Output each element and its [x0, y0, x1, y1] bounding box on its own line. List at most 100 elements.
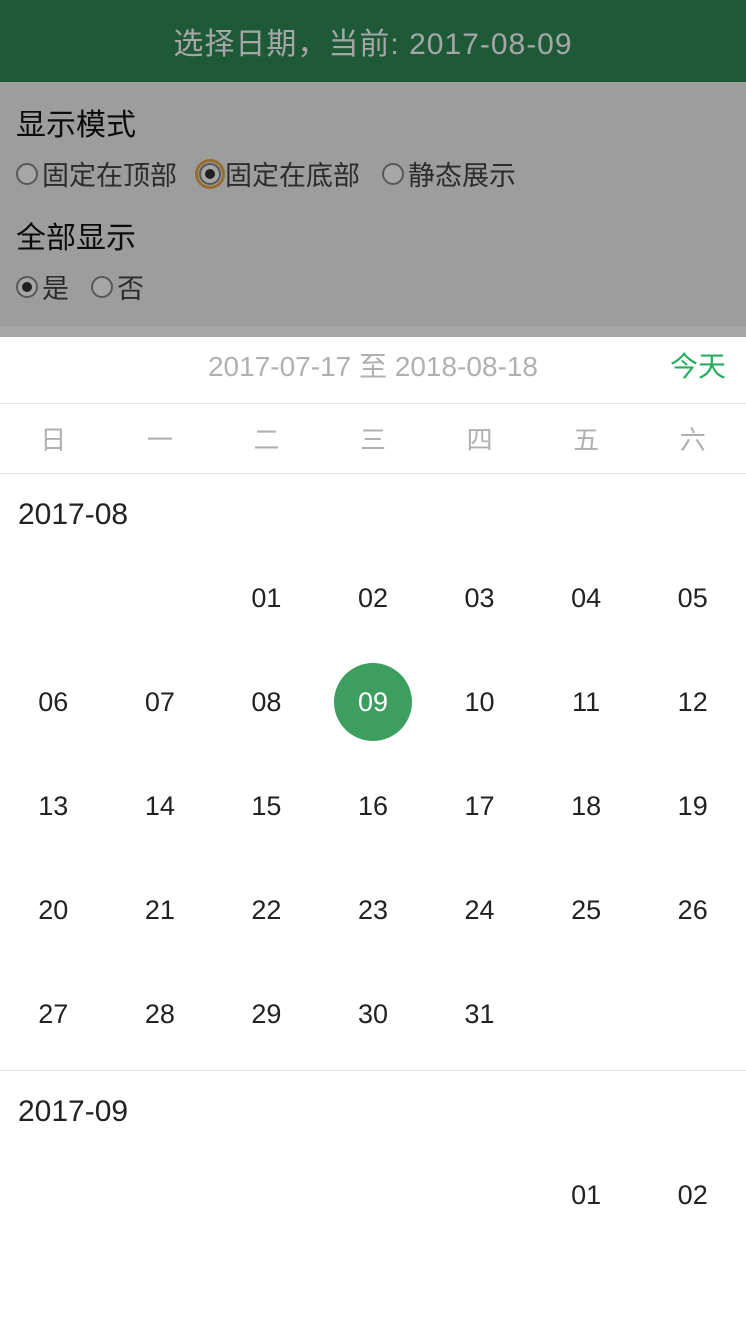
page-header: 选择日期，当前: 2017-08-09 [0, 0, 746, 82]
show-all-label: 全部显示 [16, 213, 730, 257]
day-cell[interactable]: 02 [639, 1143, 746, 1247]
display-mode-radio-group: 固定在顶部固定在底部 静态展示 [16, 154, 730, 193]
day-cell[interactable]: 01 [213, 546, 320, 650]
day-cell[interactable]: 24 [426, 858, 533, 962]
day-cell[interactable]: 30 [320, 962, 427, 1066]
day-cell[interactable]: 01 [533, 1143, 640, 1247]
day-cell[interactable]: 13 [0, 754, 107, 858]
day-number: 26 [678, 895, 708, 926]
day-number: 21 [145, 895, 175, 926]
day-cell[interactable]: 11 [533, 650, 640, 754]
day-cell[interactable]: 31 [426, 962, 533, 1066]
weekday-cell: 一 [107, 420, 214, 457]
day-cell[interactable]: 03 [426, 546, 533, 650]
day-cell[interactable]: 29 [213, 962, 320, 1066]
day-number: 28 [145, 999, 175, 1030]
show-all-radio[interactable]: 是 [16, 267, 69, 306]
day-number: 23 [358, 895, 388, 926]
radio-label: 是 [42, 267, 69, 306]
day-cell[interactable]: 17 [426, 754, 533, 858]
radio-label: 否 [117, 267, 144, 306]
day-cell[interactable]: 06 [0, 650, 107, 754]
month-section: 2017-08 01 02 03 04 05 06 07 08 09 10 11 12 13 14 15 16 1… [0, 474, 746, 1070]
day-cell[interactable]: 19 [639, 754, 746, 858]
show-all-radio[interactable]: 否 [91, 267, 144, 306]
today-button[interactable]: 今天 [670, 345, 726, 385]
radio-label: 静态展示 [408, 154, 516, 193]
day-cell[interactable]: 14 [107, 754, 214, 858]
day-cell[interactable]: 18 [533, 754, 640, 858]
day-number: 02 [678, 1180, 708, 1211]
header-title: 选择日期，当前: 2017-08-09 [173, 19, 572, 63]
day-cell[interactable]: 20 [0, 858, 107, 962]
day-cell[interactable]: 15 [213, 754, 320, 858]
weekday-cell: 四 [426, 420, 533, 457]
empty-cell [0, 546, 107, 650]
day-cell[interactable]: 16 [320, 754, 427, 858]
day-number: 30 [358, 999, 388, 1030]
day-number: 06 [38, 687, 68, 718]
day-number: 01 [571, 1180, 601, 1211]
radio-label: 固定在顶部 [42, 154, 177, 193]
settings-panel: 显示模式 固定在顶部固定在底部静态展示 全部显示 是否 [0, 82, 746, 326]
day-number: 17 [465, 791, 495, 822]
day-number: 09 [334, 663, 412, 741]
months-container: 2017-08 01 02 03 04 05 06 07 08 09 10 11 12 13 14 15 16 1… [0, 474, 746, 1251]
empty-cell [0, 1143, 107, 1247]
day-number: 16 [358, 791, 388, 822]
weekday-cell: 日 [0, 420, 107, 457]
empty-cell [426, 1143, 533, 1247]
day-number: 07 [145, 687, 175, 718]
day-number: 04 [571, 583, 601, 614]
day-cell[interactable]: 08 [213, 650, 320, 754]
day-number: 14 [145, 791, 175, 822]
calendar-grid: 01 02 [0, 1139, 746, 1251]
month-section: 2017-09 01 02 [0, 1071, 746, 1251]
weekday-cell: 五 [533, 420, 640, 457]
display-mode-radio[interactable]: 固定在底部 [199, 154, 360, 193]
month-title: 2017-08 [0, 474, 746, 542]
day-number: 19 [678, 791, 708, 822]
day-cell[interactable]: 27 [0, 962, 107, 1066]
radio-icon [382, 163, 404, 185]
day-number: 27 [38, 999, 68, 1030]
day-cell[interactable]: 02 [320, 546, 427, 650]
day-cell[interactable]: 22 [213, 858, 320, 962]
weekday-cell: 三 [320, 420, 427, 457]
day-number: 31 [465, 999, 495, 1030]
day-number: 15 [251, 791, 281, 822]
radio-icon [91, 276, 113, 298]
display-mode-radio[interactable]: 固定在顶部 [16, 154, 177, 193]
empty-cell [213, 1143, 320, 1247]
day-cell[interactable]: 23 [320, 858, 427, 962]
empty-cell [107, 1143, 214, 1247]
day-cell[interactable]: 21 [107, 858, 214, 962]
day-cell[interactable]: 10 [426, 650, 533, 754]
month-title: 2017-09 [0, 1071, 746, 1139]
day-number: 11 [572, 687, 600, 718]
day-number: 22 [251, 895, 281, 926]
show-all-radio-group: 是否 [16, 267, 730, 306]
day-number: 18 [571, 791, 601, 822]
display-mode-radio[interactable]: 静态展示 [382, 154, 516, 193]
empty-cell [320, 1143, 427, 1247]
radio-icon [16, 276, 38, 298]
date-range-bar: 2017-07-17 至 2018-08-18 今天 [0, 326, 746, 404]
day-cell[interactable]: 26 [639, 858, 746, 962]
day-number: 08 [251, 687, 281, 718]
day-cell[interactable]: 28 [107, 962, 214, 1066]
day-number: 10 [465, 687, 495, 718]
day-cell[interactable]: 25 [533, 858, 640, 962]
day-number: 01 [251, 583, 281, 614]
day-number: 12 [678, 687, 708, 718]
weekday-cell: 二 [213, 420, 320, 457]
day-cell[interactable]: 07 [107, 650, 214, 754]
radio-icon [199, 163, 221, 185]
radio-icon [16, 163, 38, 185]
day-cell[interactable]: 12 [639, 650, 746, 754]
day-number: 03 [465, 583, 495, 614]
day-cell[interactable]: 09 [320, 650, 427, 754]
empty-cell [107, 546, 214, 650]
day-cell[interactable]: 04 [533, 546, 640, 650]
day-cell[interactable]: 05 [639, 546, 746, 650]
